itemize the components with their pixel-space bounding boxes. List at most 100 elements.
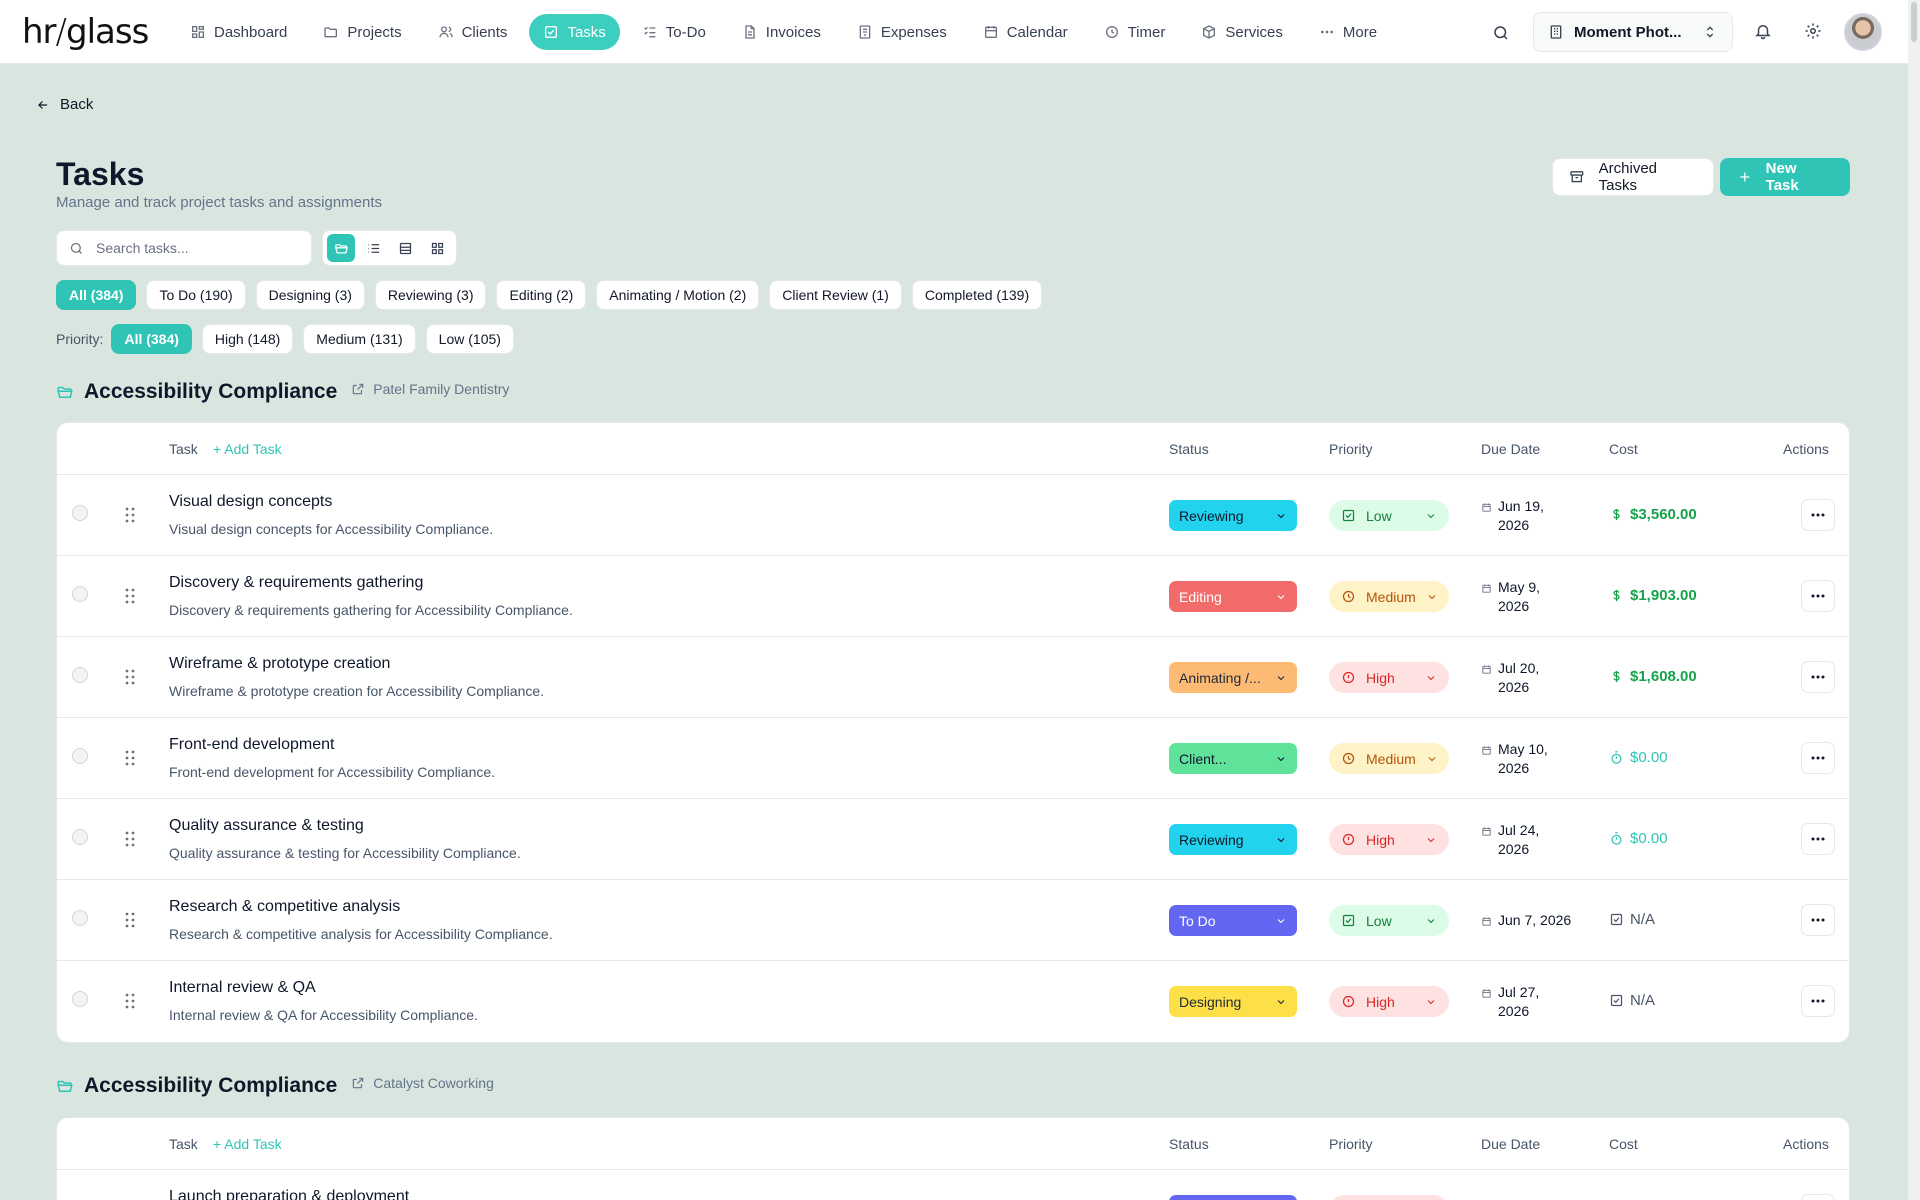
task-title[interactable]: Visual design concepts (169, 493, 332, 511)
status-filter-pill[interactable]: Animating / Motion (2) (596, 280, 760, 310)
priority-filter-pill[interactable]: High (148) (201, 324, 294, 354)
client-link[interactable]: Catalyst Coworking (351, 1075, 494, 1091)
archived-tasks-button[interactable]: Archived Tasks (1552, 158, 1714, 196)
more-horizontal-icon (1811, 999, 1825, 1003)
task-select-checkbox[interactable] (72, 586, 88, 602)
drag-handle-icon[interactable] (124, 831, 136, 847)
priority-filter-pill[interactable]: Medium (131) (303, 324, 416, 354)
row-actions-button[interactable] (1801, 1194, 1835, 1200)
list-view-button[interactable] (359, 234, 387, 262)
status-filter-pill[interactable]: All (384) (56, 280, 137, 310)
task-title[interactable]: Discovery & requirements gathering (169, 574, 423, 592)
project-title[interactable]: Accessibility Compliance (84, 380, 337, 404)
priority-filter-pill[interactable]: Low (105) (425, 324, 514, 354)
nav-item-tasks[interactable]: Tasks (529, 14, 620, 50)
nav-item-more[interactable]: More (1305, 14, 1391, 50)
status-dropdown[interactable] (1169, 1195, 1297, 1200)
task-title[interactable]: Internal review & QA (169, 979, 316, 997)
drag-handle-icon[interactable] (124, 507, 136, 523)
nav-item-clients[interactable]: Clients (424, 14, 522, 50)
project-title[interactable]: Accessibility Compliance (84, 1074, 337, 1098)
task-title[interactable]: Research & competitive analysis (169, 898, 400, 916)
drag-handle-icon[interactable] (124, 588, 136, 604)
priority-dropdown[interactable]: Medium (1329, 743, 1449, 774)
table-view-button[interactable] (391, 234, 419, 262)
due-date: May 9, 2026 (1481, 578, 1540, 616)
row-actions-button[interactable] (1801, 661, 1835, 693)
task-title[interactable]: Wireframe & prototype creation (169, 655, 390, 673)
status-dropdown[interactable]: Reviewing (1169, 824, 1297, 855)
bell-icon (1755, 25, 1771, 40)
nav-item-calendar[interactable]: Calendar (969, 14, 1082, 50)
row-actions-button[interactable] (1801, 499, 1835, 531)
task-select-checkbox[interactable] (72, 829, 88, 845)
task-select-checkbox[interactable] (72, 910, 88, 926)
task-select-checkbox[interactable] (72, 505, 88, 521)
app-logo[interactable]: hr/glass (22, 12, 149, 52)
status-filter-pill[interactable]: Designing (3) (255, 280, 365, 310)
due-date-line-1: Jun 7, 2026 (1498, 912, 1572, 928)
priority-dropdown[interactable]: High (1329, 824, 1449, 855)
status-filter-pill[interactable]: To Do (190) (146, 280, 246, 310)
global-search-button[interactable] (1488, 20, 1514, 46)
grid-icon (431, 242, 443, 254)
status-filter-pill[interactable]: Client Review (1) (769, 280, 902, 310)
drag-handle-icon[interactable] (124, 993, 136, 1009)
settings-button[interactable] (1804, 22, 1822, 40)
row-actions-button[interactable] (1801, 742, 1835, 774)
priority-dropdown[interactable] (1329, 1195, 1449, 1200)
priority-dropdown[interactable]: Low (1329, 500, 1449, 531)
priority-dropdown[interactable]: High (1329, 662, 1449, 693)
task-select-checkbox[interactable] (72, 667, 88, 683)
status-filter-pill[interactable]: Editing (2) (496, 280, 587, 310)
nav-item-timer[interactable]: Timer (1090, 14, 1180, 50)
nav-item-services[interactable]: Services (1187, 14, 1297, 50)
task-title[interactable]: Quality assurance & testing (169, 817, 364, 835)
folder-view-button[interactable] (327, 234, 355, 262)
drag-handle-icon[interactable] (124, 912, 136, 928)
column-cost: Cost (1609, 441, 1638, 457)
priority-filter-pill[interactable]: All (384) (111, 324, 192, 354)
nav-item-to-do[interactable]: To-Do (628, 14, 720, 50)
add-task-button[interactable]: + Add Task (213, 441, 282, 457)
notifications-button[interactable] (1754, 22, 1772, 40)
status-dropdown[interactable]: Designing (1169, 986, 1297, 1017)
due-date: Jul 20, 2026 (1481, 659, 1539, 697)
priority-dropdown[interactable]: Low (1329, 905, 1449, 936)
search-input[interactable] (96, 240, 276, 256)
nav-item-expenses[interactable]: Expenses (843, 14, 961, 50)
status-dropdown[interactable]: Editing (1169, 581, 1297, 612)
back-button[interactable]: Back (36, 96, 93, 113)
task-title[interactable]: Front-end development (169, 736, 334, 754)
nav-item-dashboard[interactable]: Dashboard (176, 14, 301, 50)
nav-item-invoices[interactable]: Invoices (728, 14, 835, 50)
nav-item-label: Tasks (567, 23, 606, 41)
status-dropdown[interactable]: Reviewing (1169, 500, 1297, 531)
priority-dropdown[interactable]: High (1329, 986, 1449, 1017)
add-task-button[interactable]: + Add Task (213, 1136, 282, 1152)
row-actions-button[interactable] (1801, 985, 1835, 1017)
table-row: Front-end development Front-end developme… (57, 718, 1849, 799)
task-title[interactable]: Launch preparation & deployment (169, 1188, 409, 1200)
row-actions-button[interactable] (1801, 580, 1835, 612)
row-actions-button[interactable] (1801, 904, 1835, 936)
new-task-button[interactable]: New Task (1720, 158, 1850, 196)
task-select-checkbox[interactable] (72, 748, 88, 764)
user-avatar[interactable] (1844, 13, 1882, 51)
row-actions-button[interactable] (1801, 823, 1835, 855)
drag-handle-icon[interactable] (124, 750, 136, 766)
client-link[interactable]: Patel Family Dentistry (351, 381, 509, 397)
drag-handle-icon[interactable] (124, 669, 136, 685)
task-select-checkbox[interactable] (72, 991, 88, 1007)
column-priority: Priority (1329, 1136, 1373, 1152)
workspace-switcher[interactable]: Moment Phot... (1533, 12, 1733, 52)
status-dropdown[interactable]: Client... (1169, 743, 1297, 774)
status-filter-pill[interactable]: Completed (139) (911, 280, 1043, 310)
page-scrollbar[interactable] (1908, 0, 1920, 1200)
priority-dropdown[interactable]: Medium (1329, 581, 1449, 612)
status-dropdown[interactable]: To Do (1169, 905, 1297, 936)
nav-item-projects[interactable]: Projects (309, 14, 415, 50)
grid-view-button[interactable] (423, 234, 451, 262)
status-filter-pill[interactable]: Reviewing (3) (374, 280, 487, 310)
status-dropdown[interactable]: Animating /... (1169, 662, 1297, 693)
